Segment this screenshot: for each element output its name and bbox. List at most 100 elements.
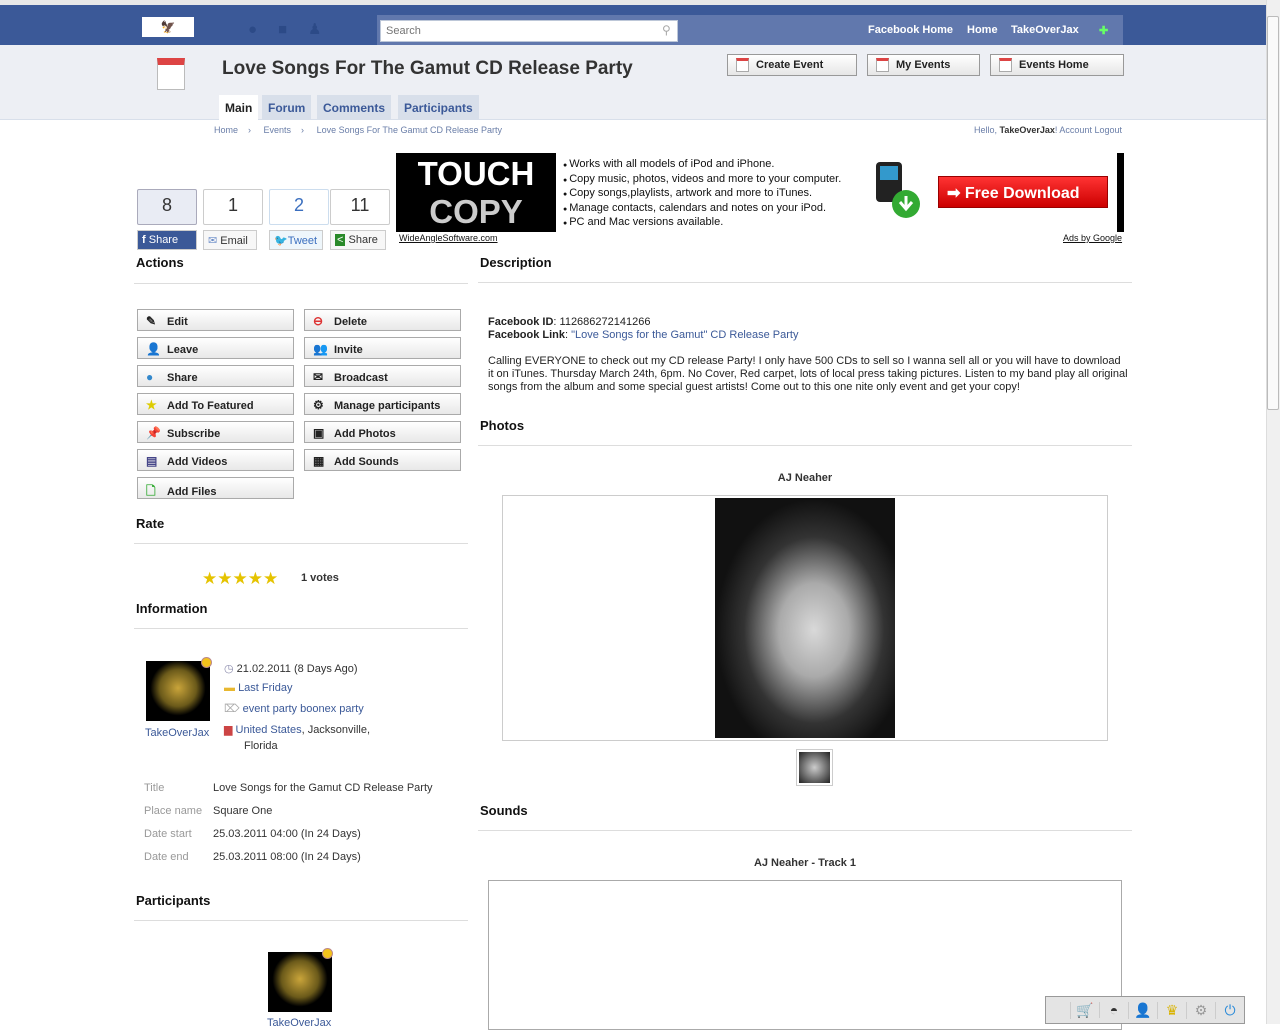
scrollbar-thumb[interactable]	[1267, 16, 1279, 410]
delete-icon: ⊖	[313, 314, 324, 328]
email-button[interactable]: ✉ Email	[203, 230, 257, 250]
broadcast-icon: ✉	[313, 370, 324, 384]
site-logo[interactable]: 🦅	[142, 17, 194, 37]
facebook-share-button[interactable]: f Share	[137, 230, 197, 250]
event-photo[interactable]	[715, 498, 895, 738]
divider	[134, 283, 468, 284]
facebook-event-link[interactable]: "Love Songs for the Gamut" CD Release Pa…	[571, 329, 798, 341]
home-link[interactable]: Home	[967, 24, 998, 36]
crown-icon[interactable]: ♛	[1157, 1001, 1186, 1019]
author-link[interactable]: TakeOverJax	[145, 727, 209, 739]
online-status-icon	[201, 657, 212, 668]
add-files-button[interactable]: 🗋 Add Files	[137, 477, 294, 499]
star-icon[interactable]: ★	[202, 569, 217, 588]
rate-heading: Rate	[136, 516, 165, 531]
tweet-button[interactable]: 🐦Tweet	[269, 230, 323, 250]
tab-comments[interactable]: Comments	[317, 95, 392, 120]
manage-participants-button[interactable]: ⚙ Manage participants	[304, 393, 461, 415]
user-icon[interactable]: 👤	[1128, 1001, 1157, 1019]
subscribe-button[interactable]: 📌 Subscribe	[137, 421, 294, 443]
share-button[interactable]: < Share	[330, 230, 386, 250]
tab-participants[interactable]: Participants	[398, 95, 479, 120]
my-events-button[interactable]: My Events	[867, 54, 980, 76]
divider	[478, 445, 1132, 446]
star-icon[interactable]: ★	[248, 569, 263, 588]
cta-label: Free Download	[964, 185, 1080, 202]
hello-suffix: !	[1054, 125, 1058, 135]
ads-by-google-link[interactable]: Ads by Google	[1063, 233, 1122, 243]
delete-button[interactable]: ⊖ Delete	[304, 309, 461, 331]
globe-icon[interactable]: ●	[248, 22, 264, 38]
username: TakeOverJax	[999, 125, 1055, 135]
breadcrumb: Home › Events › Love Songs For The Gamut C…	[214, 125, 512, 135]
add-icon[interactable]: ✚	[1099, 24, 1108, 37]
user-leave-icon: 👤	[146, 342, 161, 356]
label: Add Videos	[167, 456, 228, 468]
manage-users-icon: ⚙	[313, 398, 324, 412]
us-flag-icon: ▆	[224, 724, 233, 736]
facebook-home-link[interactable]: Facebook Home	[868, 24, 953, 36]
sound-icon: ▦	[313, 454, 325, 468]
label: Invite	[334, 344, 363, 356]
film-icon: ▤	[146, 454, 158, 468]
create-event-button[interactable]: Create Event	[727, 54, 857, 76]
star-icon[interactable]: ★	[263, 569, 278, 588]
settings-icon[interactable]: ⚙	[1186, 1001, 1215, 1019]
photo-caption: AJ Neaher	[777, 472, 833, 484]
add-videos-button[interactable]: ▤ Add Videos	[137, 449, 294, 471]
field-label: Date end	[144, 851, 189, 863]
edit-button[interactable]: ✎ Edit	[137, 309, 294, 331]
share-action-button[interactable]: ● Share	[137, 365, 294, 387]
invite-button[interactable]: 👥 Invite	[304, 337, 461, 359]
leave-button[interactable]: 👤 Leave	[137, 337, 294, 359]
country-link[interactable]: United States	[236, 724, 302, 736]
add-to-featured-button[interactable]: ★ Add To Featured	[137, 393, 294, 415]
photos-heading: Photos	[480, 418, 525, 433]
ad-logo[interactable]: TOUCH COPY	[396, 153, 556, 232]
tags-link[interactable]: event party boonex party	[243, 703, 364, 715]
events-home-button[interactable]: Events Home	[990, 54, 1124, 76]
cart-icon[interactable]: 🛒	[1070, 1001, 1099, 1019]
participant-avatar[interactable]	[268, 952, 332, 1012]
photo-thumbnail[interactable]	[796, 749, 833, 786]
breadcrumb-events[interactable]: Events	[264, 125, 292, 135]
clock-icon: ◷	[224, 663, 234, 675]
star-icon[interactable]: ★	[217, 569, 232, 588]
ad-brand: COPY	[429, 193, 523, 230]
add-sounds-button[interactable]: ▦ Add Sounds	[304, 449, 461, 471]
account-link[interactable]: Account	[1059, 125, 1092, 135]
sound-player[interactable]	[488, 880, 1122, 1030]
broadcast-button[interactable]: ✉ Broadcast	[304, 365, 461, 387]
button-label: My Events	[896, 58, 951, 71]
breadcrumb-home[interactable]: Home	[214, 125, 238, 135]
facebook-link-row: Facebook Link: "Love Songs for the Gamut…	[488, 329, 1128, 342]
category-link[interactable]: Last Friday	[238, 682, 292, 694]
share-count: 11	[330, 189, 390, 225]
friends-icon[interactable]: ♟	[308, 22, 324, 38]
page-title: Love Songs For The Gamut CD Release Part…	[222, 58, 633, 79]
free-download-button[interactable]: ➡ Free Download	[938, 176, 1108, 208]
messages-icon[interactable]: ■	[278, 22, 294, 38]
tab-forum[interactable]: Forum	[262, 95, 312, 120]
description-body: Facebook ID: 112686272141266 Facebook Li…	[488, 316, 1128, 394]
dashboard-icon[interactable]: ◓	[1099, 1002, 1128, 1018]
star-icon[interactable]: ★	[233, 569, 248, 588]
profile-link[interactable]: TakeOverJax	[1011, 24, 1079, 36]
search-input[interactable]	[380, 20, 678, 42]
author-avatar[interactable]	[146, 661, 210, 721]
label: Manage participants	[334, 400, 441, 412]
power-icon[interactable]: ⏻	[1215, 1001, 1244, 1019]
divider	[134, 543, 468, 544]
field-value: 25.03.2011 08:00 (In 24 Days)	[213, 851, 361, 863]
add-photos-button[interactable]: ▣ Add Photos	[304, 421, 461, 443]
ad-site-link[interactable]: WideAngleSoftware.com	[399, 233, 498, 243]
tab-main[interactable]: Main	[219, 95, 259, 120]
calendar-icon	[999, 58, 1012, 72]
field-label: Title	[144, 782, 165, 794]
logout-link[interactable]: Logout	[1094, 125, 1122, 135]
online-status-icon	[322, 948, 333, 959]
file-add-icon: 🗋	[146, 484, 156, 498]
search-icon[interactable]: ⚲	[662, 23, 671, 37]
participant-link[interactable]: TakeOverJax	[267, 1017, 331, 1029]
rating-stars[interactable]: ★★★★★	[202, 569, 278, 589]
